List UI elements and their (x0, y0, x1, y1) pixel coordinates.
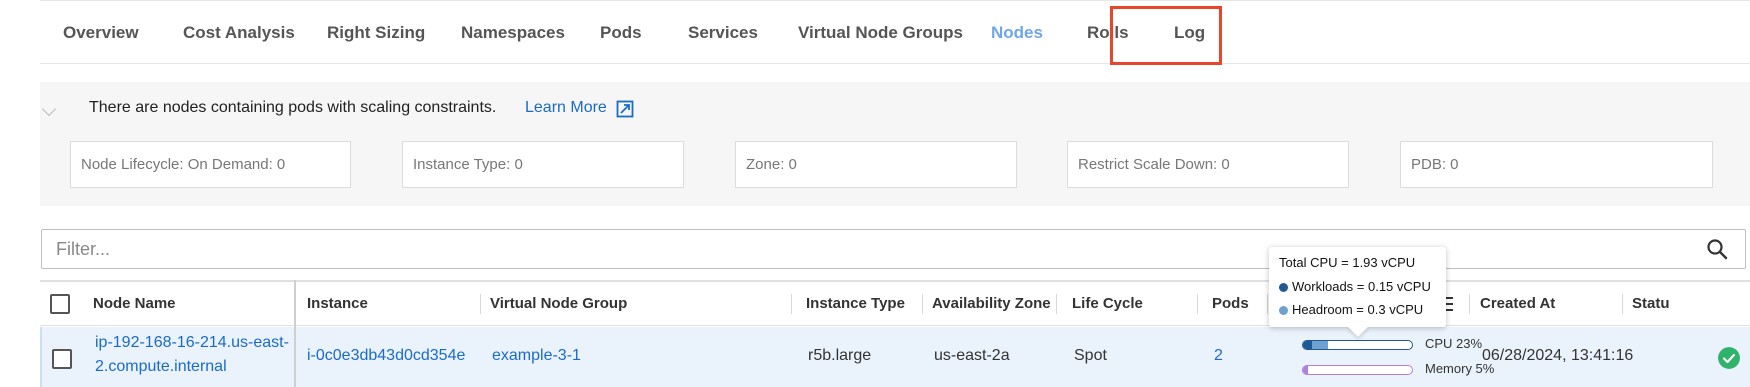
column-divider[interactable] (922, 294, 923, 314)
tooltip-headroom-row: Headroom = 0.3 vCPU (1279, 302, 1423, 317)
tab-namespaces[interactable]: Namespaces (461, 1, 565, 65)
column-divider[interactable] (1469, 294, 1470, 314)
virtual-node-group-link[interactable]: example-3-1 (492, 347, 581, 365)
cpu-usage-label: CPU 23% (1425, 336, 1483, 351)
tab-right-sizing[interactable]: Right Sizing (327, 1, 425, 65)
created-at-value: 06/28/2024, 13:41:16 (1482, 347, 1634, 364)
tooltip-workloads: Workloads = 0.15 vCPU (1292, 279, 1431, 294)
col-node-name[interactable]: Node Name (93, 282, 176, 326)
table-header: Node Name Instance Virtual Node Group In… (40, 280, 1750, 326)
tab-nodes[interactable]: Nodes (991, 1, 1043, 65)
tab-pods[interactable]: Pods (600, 1, 642, 65)
table-row[interactable]: ip-192-168-16-214.us-east- 2.compute.int… (40, 327, 1750, 387)
filter-restrict-scale-down[interactable]: Restrict Scale Down: 0 (1067, 141, 1349, 188)
cpu-workloads-fill (1303, 341, 1312, 349)
col-instance[interactable]: Instance (307, 282, 368, 326)
tooltip-title: Total CPU = 1.93 vCPU (1279, 255, 1416, 270)
search-icon[interactable] (1706, 238, 1728, 260)
chevron-down-icon[interactable] (41, 101, 57, 117)
tab-virtual-node-groups[interactable]: Virtual Node Groups (798, 1, 963, 65)
tab-overview[interactable]: Overview (63, 1, 139, 65)
col-virtual-node-group[interactable]: Virtual Node Group (490, 282, 627, 326)
availability-zone-value: us-east-2a (934, 347, 1010, 364)
node-name-line-2[interactable]: 2.compute.internal (95, 355, 289, 379)
tab-bar: Overview Cost Analysis Right Sizing Name… (40, 0, 1750, 65)
col-availability-zone[interactable]: Availability Zone (932, 282, 1051, 326)
col-status[interactable]: Statu (1632, 282, 1670, 326)
column-divider[interactable] (1622, 294, 1623, 314)
life-cycle-value: Spot (1074, 347, 1107, 364)
filter-instance-type[interactable]: Instance Type: 0 (402, 141, 684, 188)
row-checkbox[interactable] (52, 349, 72, 369)
external-link-icon[interactable] (616, 100, 634, 118)
active-tab-highlight (1110, 6, 1222, 65)
workloads-dot-icon (1279, 283, 1288, 292)
column-divider[interactable] (1056, 294, 1057, 314)
tooltip-headroom: Headroom = 0.3 vCPU (1292, 302, 1424, 317)
constraints-notice: There are nodes containing pods with sca… (89, 99, 497, 116)
col-created-at[interactable]: Created At (1480, 282, 1555, 326)
col-life-cycle[interactable]: Life Cycle (1072, 282, 1143, 326)
instance-type-value: r5b.large (808, 347, 872, 364)
pods-count-link[interactable]: 2 (1214, 347, 1223, 365)
column-divider[interactable] (1197, 294, 1198, 314)
col-pods[interactable]: Pods (1212, 282, 1249, 326)
tab-cost-analysis[interactable]: Cost Analysis (183, 1, 295, 65)
cpu-tooltip: Total CPU = 1.93 vCPU Workloads = 0.15 v… (1269, 247, 1446, 327)
headroom-dot-icon (1279, 306, 1288, 315)
memory-usage-bar[interactable] (1302, 365, 1413, 375)
column-divider[interactable] (1267, 294, 1268, 314)
column-divider[interactable] (480, 294, 481, 314)
scaling-constraints-panel: There are nodes containing pods with sca… (40, 82, 1750, 206)
filter-input[interactable] (41, 229, 1746, 269)
memory-fill (1303, 366, 1309, 374)
select-all-checkbox[interactable] (50, 294, 70, 314)
filter-zone[interactable]: Zone: 0 (735, 141, 1017, 188)
learn-more-link[interactable]: Learn More (525, 99, 607, 117)
node-name-line-1[interactable]: ip-192-168-16-214.us-east- (95, 331, 289, 355)
col-instance-type[interactable]: Instance Type (806, 282, 905, 326)
frozen-column-divider (294, 280, 296, 387)
check-circle-icon (1718, 347, 1740, 369)
node-name-link[interactable]: ip-192-168-16-214.us-east- 2.compute.int… (95, 331, 289, 379)
tab-services[interactable]: Services (688, 1, 758, 65)
filter-node-lifecycle[interactable]: Node Lifecycle: On Demand: 0 (70, 141, 351, 188)
cpu-usage-bar[interactable] (1302, 340, 1413, 350)
filter-pdb[interactable]: PDB: 0 (1400, 141, 1713, 188)
column-divider[interactable] (791, 294, 792, 314)
tooltip-workloads-row: Workloads = 0.15 vCPU (1279, 279, 1431, 294)
instance-link[interactable]: i-0c0e3db43d0cd354e (307, 347, 465, 365)
